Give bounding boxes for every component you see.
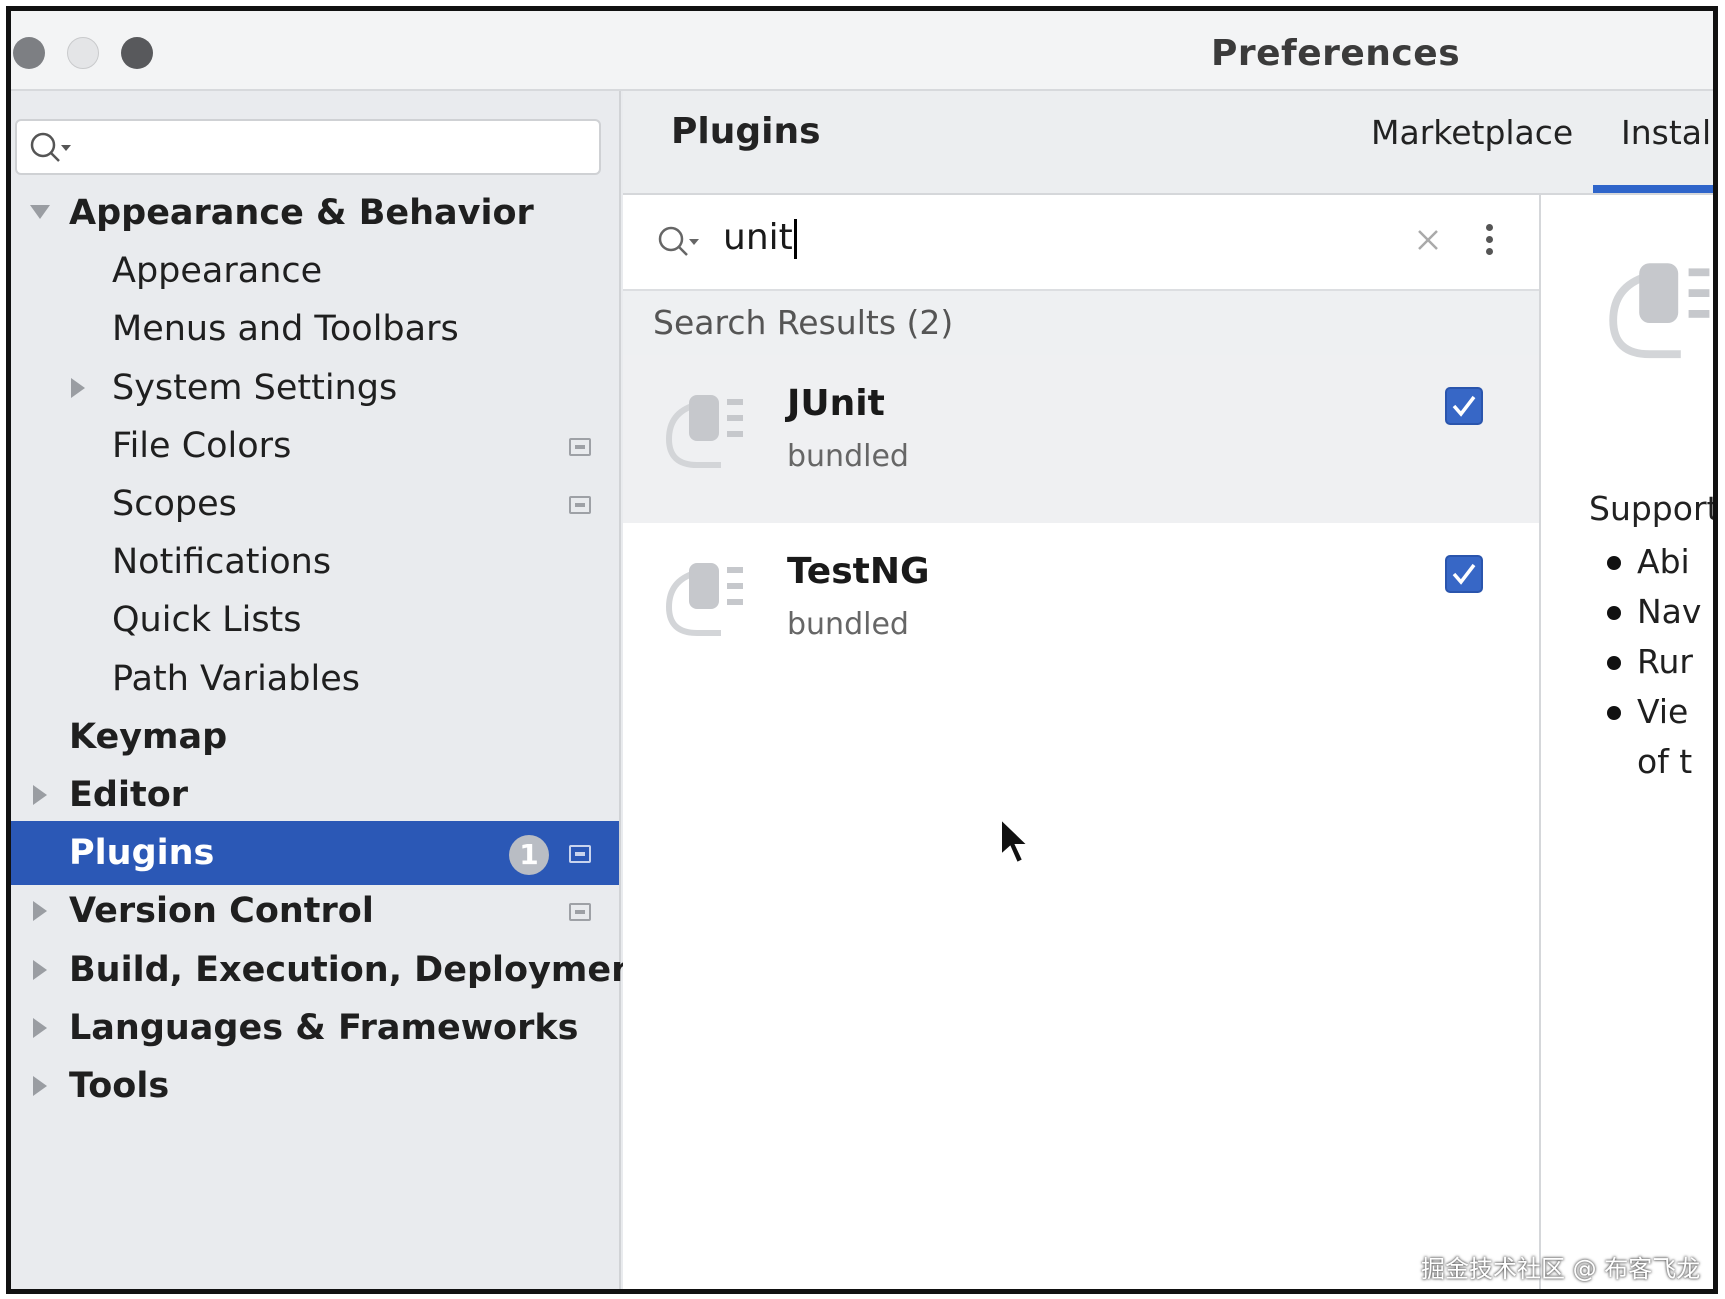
plugin-subtitle: bundled xyxy=(787,439,909,474)
search-results-header: Search Results (2) xyxy=(623,291,1539,355)
more-options-icon[interactable] xyxy=(1479,221,1499,261)
text-caret xyxy=(793,219,797,259)
plugin-plug-icon xyxy=(655,381,755,485)
plugin-enabled-checkbox[interactable] xyxy=(1445,555,1483,593)
sidebar-item-editor[interactable]: Editor xyxy=(11,763,619,827)
plugins-panel: Plugins Marketplace Installe unit xyxy=(623,91,1718,1289)
page-title: Plugins xyxy=(671,111,821,152)
plugin-plug-icon xyxy=(1595,245,1713,379)
plugin-name: TestNG xyxy=(787,551,930,592)
mouse-pointer-icon xyxy=(999,816,1033,871)
plugin-description-list: Abi Nav Rur Vie of t xyxy=(1606,537,1701,787)
sidebar-item-label: Plugins xyxy=(69,833,215,874)
plugin-row-junit[interactable]: JUnit bundled xyxy=(623,355,1539,523)
collapsed-arrow-icon[interactable] xyxy=(27,996,57,1060)
watermark-text: 掘金技术社区 @ 布客飞龙 xyxy=(1421,1255,1701,1283)
list-item: Abi xyxy=(1606,537,1701,587)
collapsed-arrow-icon[interactable] xyxy=(27,938,57,1002)
sidebar-item-label: Tools xyxy=(69,1066,170,1106)
sidebar-item-label: Notifications xyxy=(112,542,332,583)
sidebar-item-appearance-behavior[interactable]: Appearance & Behavior xyxy=(11,181,619,245)
close-window-button[interactable] xyxy=(13,37,45,69)
sidebar-item-label: Build, Execution, Deployment xyxy=(69,949,653,990)
collapsed-arrow-icon[interactable] xyxy=(65,356,95,420)
list-item: Vie xyxy=(1606,687,1701,737)
plugin-description-heading: Support xyxy=(1589,489,1718,528)
sidebar-item-label: Appearance & Behavior xyxy=(69,193,534,233)
sidebar-item-label: Editor xyxy=(69,775,188,815)
minimize-window-button[interactable] xyxy=(67,37,99,69)
sidebar-item-label: Menus and Toolbars xyxy=(112,309,459,350)
plugin-plug-icon xyxy=(655,549,755,653)
sidebar-item-notifications[interactable]: Notifications xyxy=(11,530,619,594)
window-title: Preferences xyxy=(1211,33,1461,74)
sidebar-item-menus-and-toolbars[interactable]: Menus and Toolbars xyxy=(11,297,619,361)
search-icon xyxy=(657,225,703,263)
sidebar-item-languages-frameworks[interactable]: Languages & Frameworks xyxy=(11,996,619,1060)
sidebar-item-label: Keymap xyxy=(69,716,228,757)
plugins-header: Plugins Marketplace Installe xyxy=(623,91,1713,195)
sidebar-item-tools[interactable]: Tools xyxy=(11,1054,619,1118)
settings-sidebar: Appearance & Behavior Appearance Menus and… xyxy=(11,91,653,1289)
list-item: of t xyxy=(1637,742,1693,781)
plugin-detail-pane: Support Abi Nav Rur Vie of t xyxy=(1543,195,1718,1289)
sidebar-item-label: Path Variables xyxy=(112,658,360,699)
active-tab-indicator xyxy=(1593,185,1713,193)
sidebar-item-label: File Colors xyxy=(112,425,292,466)
plugin-search-bar: unit xyxy=(623,195,1539,291)
plugin-subtitle: bundled xyxy=(787,607,909,642)
sidebar-item-label: Appearance xyxy=(112,251,323,292)
plugin-search-input[interactable]: unit xyxy=(723,217,797,259)
sidebar-item-file-colors[interactable]: File Colors xyxy=(11,414,619,478)
project-level-icon xyxy=(569,845,591,864)
search-icon xyxy=(29,131,75,169)
title-bar: Preferences xyxy=(11,11,1713,91)
sidebar-item-appearance[interactable]: Appearance xyxy=(11,239,619,303)
sidebar-item-plugins[interactable]: Plugins 1 xyxy=(11,821,619,886)
checkmark-icon xyxy=(1452,563,1476,585)
list-item: Rur xyxy=(1606,637,1701,687)
sidebar-item-scopes[interactable]: Scopes xyxy=(11,472,619,536)
plugin-search-value: unit xyxy=(723,217,793,258)
sidebar-item-label: System Settings xyxy=(112,367,398,408)
plugin-row-testng[interactable]: TestNG bundled xyxy=(623,523,1539,691)
list-item: Nav xyxy=(1606,587,1701,637)
sidebar-item-keymap[interactable]: Keymap xyxy=(11,705,619,769)
project-level-icon xyxy=(569,903,591,922)
expanded-arrow-icon[interactable] xyxy=(27,181,57,245)
sidebar-item-version-control[interactable]: Version Control xyxy=(11,879,619,943)
sidebar-item-label: Languages & Frameworks xyxy=(69,1007,579,1048)
collapsed-arrow-icon[interactable] xyxy=(27,1054,57,1118)
collapsed-arrow-icon[interactable] xyxy=(27,879,57,943)
preferences-window: Preferences Appearance & Behavior Appeara… xyxy=(6,6,1718,1294)
sidebar-item-build-execution-deployment[interactable]: Build, Execution, Deployment xyxy=(11,938,653,1002)
maximize-window-button[interactable] xyxy=(121,37,153,69)
sidebar-item-quick-lists[interactable]: Quick Lists xyxy=(11,588,619,652)
tab-marketplace[interactable]: Marketplace xyxy=(1371,113,1573,152)
sidebar-item-label: Scopes xyxy=(112,484,237,524)
updates-count-badge: 1 xyxy=(509,835,549,876)
plugin-enabled-checkbox[interactable] xyxy=(1445,387,1483,425)
tab-installed[interactable]: Installe xyxy=(1621,113,1713,152)
sidebar-item-system-settings[interactable]: System Settings xyxy=(11,356,619,420)
project-level-icon xyxy=(569,496,591,514)
project-level-icon xyxy=(569,437,591,456)
sidebar-item-path-variables[interactable]: Path Variables xyxy=(11,647,619,711)
collapsed-arrow-icon[interactable] xyxy=(27,763,57,827)
sidebar-item-label: Version Control xyxy=(69,891,374,932)
settings-search-input[interactable] xyxy=(15,119,601,175)
plugin-name: JUnit xyxy=(787,383,885,424)
sidebar-item-label: Quick Lists xyxy=(112,600,302,641)
checkmark-icon xyxy=(1452,395,1476,417)
plugin-list-pane: unit Search Results (2) JUnit bundled Te… xyxy=(623,195,1541,1289)
clear-search-icon[interactable] xyxy=(1413,225,1443,255)
